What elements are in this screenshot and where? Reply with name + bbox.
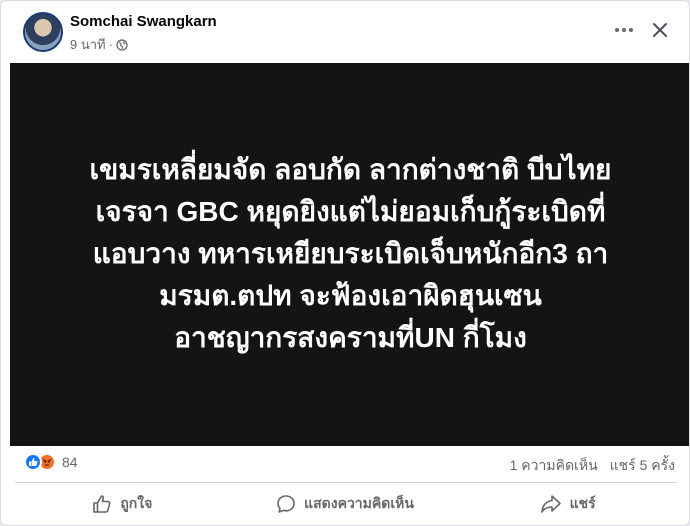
post-stats: 84 1 ความคิดเห็น แชร์ 5 ครั้ง xyxy=(1,449,689,479)
actions-divider xyxy=(15,482,677,483)
comment-button[interactable]: แสดงความคิดเห็น xyxy=(234,485,457,523)
more-dots-icon xyxy=(615,28,633,32)
like-button[interactable]: ถูกใจ xyxy=(11,485,234,523)
comment-bubble-icon xyxy=(277,495,295,513)
engagement-counts: 1 ความคิดเห็น แชร์ 5 ครั้ง xyxy=(510,455,675,477)
meta-separator: · xyxy=(108,37,113,52)
globe-icon[interactable] xyxy=(116,38,128,51)
post-image-text: เขมรเหลี่ยมจัด ลอบกัด ลากต่างชาติ บีบไทย… xyxy=(89,153,612,353)
reaction-count: 84 xyxy=(62,454,78,470)
author-name[interactable]: Somchai Swangkarn xyxy=(70,13,217,30)
thumbs-up-icon xyxy=(93,495,111,513)
share-button[interactable]: แชร์ xyxy=(456,485,679,523)
like-label: ถูกใจ xyxy=(120,495,153,511)
like-reaction-icon xyxy=(24,453,42,471)
close-icon xyxy=(653,23,667,37)
post-meta: 9 นาที · xyxy=(70,34,128,55)
post-actions: ถูกใจ แสดงความคิดเห็น แชร์ xyxy=(1,485,689,523)
share-arrow-icon xyxy=(540,495,561,513)
comment-label: แสดงความคิดเห็น xyxy=(304,495,414,511)
post-header: Somchai Swangkarn 9 นาที · xyxy=(1,1,689,63)
comments-count-link[interactable]: 1 ความคิดเห็น xyxy=(510,455,598,477)
more-options-button[interactable] xyxy=(609,17,639,43)
post-image[interactable]: เขมรเหลี่ยมจัด ลอบกัด ลากต่างชาติ บีบไทย… xyxy=(10,63,689,446)
close-button[interactable] xyxy=(645,15,675,45)
avatar[interactable] xyxy=(23,12,63,52)
post-card: Somchai Swangkarn 9 นาที · เขมรเหลี่ยมจั… xyxy=(0,0,690,526)
share-label: แชร์ xyxy=(569,495,596,511)
post-time[interactable]: 9 นาที xyxy=(70,34,106,55)
shares-count-link[interactable]: แชร์ 5 ครั้ง xyxy=(610,455,675,477)
reactions-summary[interactable]: 84 xyxy=(24,453,78,471)
